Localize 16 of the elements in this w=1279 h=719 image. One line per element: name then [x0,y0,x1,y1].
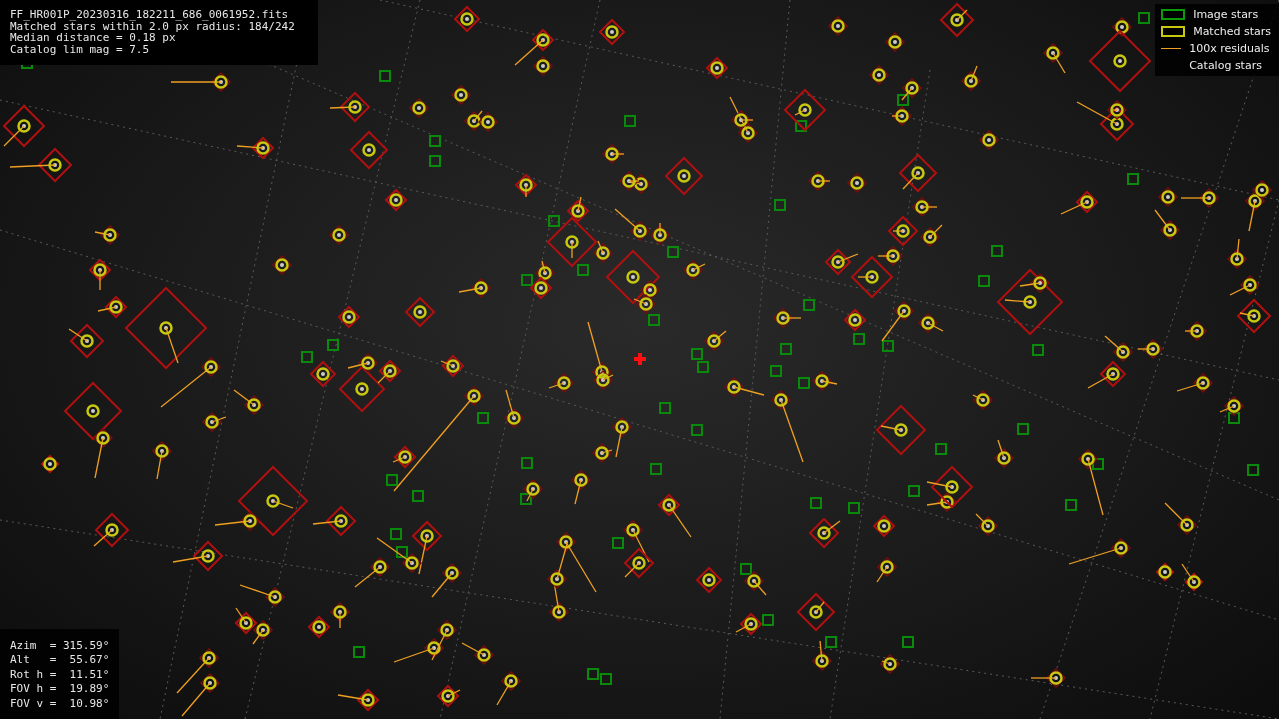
legend-label: Catalog stars [1189,59,1262,72]
legend-label: Matched stars [1193,25,1271,38]
pointing-text: FOV v = 10.98° [10,696,110,711]
info-text: Catalog lim mag = 7.5 [10,43,151,55]
pointing-text: Rot h = 11.51° [10,667,110,682]
matched-star-legend-icon [1161,26,1186,37]
info-text: FF_HR001P_20230316_182211_686_0061952.fits [10,9,290,21]
pointing-text: Azim = 315.59° [10,638,110,653]
crosshair-icon [634,353,646,365]
pointing-text: Alt = 55.67° [10,653,110,668]
info-text: Median distance = 0.18 px [10,32,176,44]
info-text: Matched stars within 2.0 px radius: 184/242 [10,20,296,32]
pointing-text: FOV h = 19.89° [10,682,110,697]
image-star-legend-icon [1161,9,1186,20]
legend-label: Image stars [1193,8,1259,21]
legend-label: 100x residuals [1189,42,1270,55]
